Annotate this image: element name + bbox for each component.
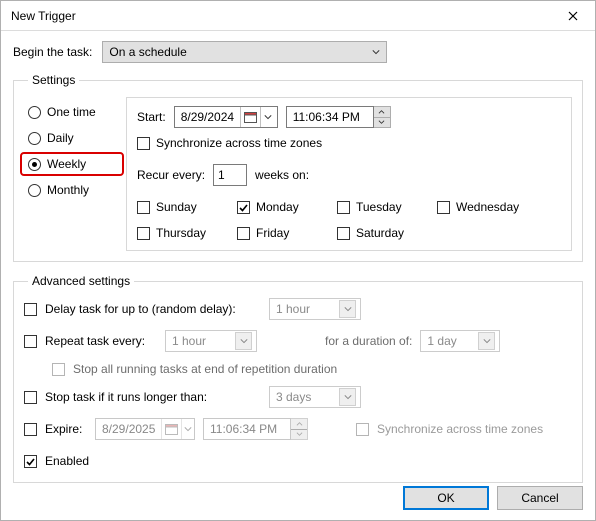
chevron-down-icon: [240, 337, 248, 345]
day-wednesday-checkbox[interactable]: [437, 201, 450, 214]
day-label: Monday: [256, 200, 299, 214]
recur-value: 1: [218, 168, 225, 182]
expire-time-spinner[interactable]: [291, 418, 308, 440]
radio-icon: [28, 132, 41, 145]
radio-label: Weekly: [47, 157, 86, 171]
radio-label: Monthly: [47, 183, 89, 197]
stop-if-combo[interactable]: 3 days: [269, 386, 361, 408]
ok-button[interactable]: OK: [403, 486, 489, 510]
day-label: Tuesday: [356, 200, 402, 214]
calendar-icon: [244, 111, 257, 123]
day-label: Wednesday: [456, 200, 519, 214]
recur-suffix-label: weeks on:: [255, 168, 309, 182]
settings-group: Settings One time Daily Weekly Mon: [13, 73, 583, 262]
enabled-label: Enabled: [45, 454, 89, 468]
delay-value: 1 hour: [276, 302, 310, 316]
begin-task-label: Begin the task:: [13, 45, 92, 59]
day-label: Sunday: [156, 200, 197, 214]
days-grid: Sunday Monday Tuesday Wednesday Thursday…: [137, 200, 561, 240]
radio-icon: [28, 184, 41, 197]
expire-sync-checkbox: [356, 423, 369, 436]
chevron-up-icon: [296, 422, 303, 426]
radio-label: Daily: [47, 131, 74, 145]
begin-task-select[interactable]: On a schedule: [102, 41, 387, 63]
stop-if-checkbox[interactable]: [24, 391, 37, 404]
start-date-value: 8/29/2024: [175, 110, 240, 124]
day-saturday-checkbox[interactable]: [337, 227, 350, 240]
day-thursday-checkbox[interactable]: [137, 227, 150, 240]
settings-legend: Settings: [28, 73, 79, 87]
radio-daily[interactable]: Daily: [28, 131, 116, 145]
calendar-icon: [165, 423, 178, 435]
stop-end-checkbox: [52, 363, 65, 376]
recur-prefix-label: Recur every:: [137, 168, 205, 182]
chevron-down-icon: [184, 425, 192, 433]
start-time-picker[interactable]: 11:06:34 PM: [286, 106, 374, 128]
start-label: Start:: [137, 110, 166, 124]
expire-checkbox[interactable]: [24, 423, 37, 436]
sync-timezones-label: Synchronize across time zones: [156, 136, 322, 150]
start-date-picker[interactable]: 8/29/2024: [174, 106, 278, 128]
duration-label: for a duration of:: [325, 334, 412, 348]
duration-value: 1 day: [427, 334, 456, 348]
chevron-down-icon: [296, 432, 303, 436]
expire-sync-label: Synchronize across time zones: [377, 422, 543, 436]
radio-icon: [28, 158, 41, 171]
window-title: New Trigger: [11, 9, 76, 23]
radio-one-time[interactable]: One time: [28, 105, 116, 119]
begin-task-row: Begin the task: On a schedule: [13, 41, 583, 63]
close-button[interactable]: [550, 1, 595, 31]
ok-label: OK: [437, 491, 454, 505]
chevron-down-icon: [483, 337, 491, 345]
stop-if-label: Stop task if it runs longer than:: [45, 390, 261, 404]
radio-monthly[interactable]: Monthly: [28, 183, 116, 197]
cancel-label: Cancel: [521, 491, 558, 505]
repeat-checkbox[interactable]: [24, 335, 37, 348]
expire-date-value: 8/29/2025: [96, 422, 161, 436]
title-bar: New Trigger: [1, 1, 595, 31]
chevron-down-icon: [372, 48, 380, 56]
start-time-spinner[interactable]: [374, 106, 391, 128]
delay-label: Delay task for up to (random delay):: [45, 302, 261, 316]
dialog-footer: OK Cancel: [403, 486, 583, 510]
delay-combo[interactable]: 1 hour: [269, 298, 361, 320]
stop-if-value: 3 days: [276, 390, 311, 404]
close-icon: [568, 11, 578, 21]
expire-time-picker[interactable]: 11:06:34 PM: [203, 418, 291, 440]
expire-date-picker[interactable]: 8/29/2025: [95, 418, 195, 440]
day-tuesday-checkbox[interactable]: [337, 201, 350, 214]
expire-label: Expire:: [45, 422, 87, 436]
repeat-label: Repeat task every:: [45, 334, 157, 348]
day-label: Friday: [256, 226, 289, 240]
schedule-panel: Start: 8/29/2024: [126, 97, 572, 251]
begin-task-value: On a schedule: [109, 45, 186, 59]
sync-timezones-checkbox[interactable]: [137, 137, 150, 150]
repeat-value: 1 hour: [172, 334, 206, 348]
frequency-list: One time Daily Weekly Monthly: [24, 97, 116, 251]
chevron-down-icon: [344, 305, 352, 313]
delay-checkbox[interactable]: [24, 303, 37, 316]
expire-time-value: 11:06:34 PM: [204, 422, 283, 436]
cancel-button[interactable]: Cancel: [497, 486, 583, 510]
chevron-down-icon: [378, 120, 385, 124]
enabled-checkbox[interactable]: [24, 455, 37, 468]
duration-combo[interactable]: 1 day: [420, 330, 500, 352]
advanced-legend: Advanced settings: [28, 274, 134, 288]
chevron-down-icon: [264, 113, 272, 121]
radio-weekly[interactable]: Weekly: [20, 152, 124, 176]
day-label: Thursday: [156, 226, 206, 240]
day-monday-checkbox[interactable]: [237, 201, 250, 214]
chevron-up-icon: [378, 110, 385, 114]
day-friday-checkbox[interactable]: [237, 227, 250, 240]
stop-end-label: Stop all running tasks at end of repetit…: [73, 362, 337, 376]
repeat-combo[interactable]: 1 hour: [165, 330, 257, 352]
chevron-down-icon: [344, 393, 352, 401]
day-label: Saturday: [356, 226, 404, 240]
start-time-value: 11:06:34 PM: [287, 110, 366, 124]
radio-label: One time: [47, 105, 96, 119]
radio-icon: [28, 106, 41, 119]
day-sunday-checkbox[interactable]: [137, 201, 150, 214]
advanced-group: Advanced settings Delay task for up to (…: [13, 274, 583, 483]
recur-value-input[interactable]: 1: [213, 164, 247, 186]
